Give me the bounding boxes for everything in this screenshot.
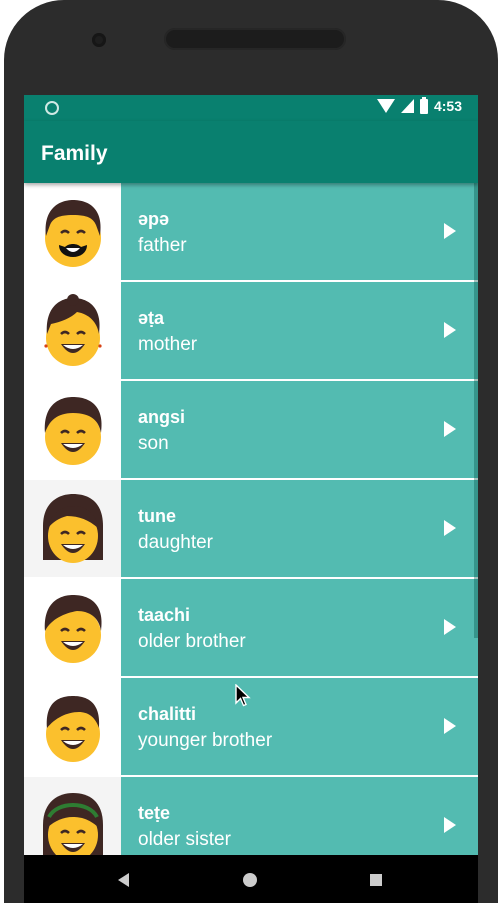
son-face-icon xyxy=(44,396,102,465)
item-translation: father xyxy=(138,235,187,256)
recents-square-icon[interactable] xyxy=(370,874,382,886)
list-item[interactable]: əpə father xyxy=(24,183,478,282)
item-content: angsi son xyxy=(121,381,478,478)
word-list[interactable]: əpə father əṭa mother angsi son tune dau… xyxy=(24,183,478,855)
item-word: əṭa xyxy=(138,308,165,328)
list-item[interactable]: tune daughter xyxy=(24,480,478,579)
mouse-pointer-icon xyxy=(235,684,251,707)
earpiece-speaker xyxy=(164,28,346,50)
status-bar: 4:53 xyxy=(24,95,478,121)
play-icon[interactable] xyxy=(444,223,456,239)
thumbnail xyxy=(24,579,121,676)
battery-icon xyxy=(419,96,428,114)
notification-icon xyxy=(45,101,59,115)
home-circle-icon[interactable] xyxy=(243,873,257,887)
play-icon[interactable] xyxy=(444,619,456,635)
item-content: əpə father xyxy=(121,183,478,280)
item-content: taachi older brother xyxy=(121,579,478,676)
status-time: 4:53 xyxy=(433,98,462,114)
item-translation: older sister xyxy=(138,829,231,850)
scrollbar[interactable] xyxy=(474,183,478,638)
wifi-icon xyxy=(376,99,395,113)
item-word: əpə xyxy=(138,209,170,229)
item-translation: younger brother xyxy=(138,730,273,751)
item-word: angsi xyxy=(138,407,186,427)
app-bar: Family xyxy=(24,121,478,183)
play-icon[interactable] xyxy=(444,421,456,437)
thumbnail xyxy=(24,183,121,280)
item-translation: mother xyxy=(138,334,198,355)
item-content: tune daughter xyxy=(121,480,478,577)
daughter-face-icon xyxy=(42,493,103,563)
younger-brother-face-icon xyxy=(45,695,100,762)
item-translation: son xyxy=(138,433,169,454)
thumbnail xyxy=(24,480,121,577)
status-icons: 4:53 xyxy=(376,96,462,114)
item-word: teṭe xyxy=(138,803,171,823)
list-item[interactable]: əṭa mother xyxy=(24,282,478,381)
item-content: əṭa mother xyxy=(121,282,478,379)
play-icon[interactable] xyxy=(444,322,456,338)
thumbnail xyxy=(24,282,121,379)
list-item[interactable]: taachi older brother xyxy=(24,579,478,678)
front-camera xyxy=(92,33,106,47)
item-content: teṭe older sister xyxy=(121,777,478,855)
list-item[interactable]: teṭe older sister xyxy=(24,777,478,855)
list-item[interactable]: angsi son xyxy=(24,381,478,480)
thumbnail xyxy=(24,381,121,478)
thumbnail xyxy=(24,678,121,775)
item-translation: older brother xyxy=(138,631,246,652)
signal-icon xyxy=(400,99,414,113)
item-word: chalitti xyxy=(138,704,197,724)
item-translation: daughter xyxy=(138,532,214,553)
navigation-bar xyxy=(24,855,478,903)
father-face-icon xyxy=(44,199,101,267)
thumbnail xyxy=(24,777,121,855)
mother-face-icon xyxy=(43,293,102,366)
back-triangle-icon[interactable] xyxy=(118,873,129,887)
item-word: taachi xyxy=(138,605,191,625)
device-frame: 4:53 Family əpə father əṭa mother angsi … xyxy=(0,0,498,903)
play-icon[interactable] xyxy=(444,520,456,536)
page-title: Family xyxy=(41,142,108,165)
item-content: chalitti younger brother xyxy=(121,678,478,775)
app-screen: 4:53 Family əpə father əṭa mother angsi … xyxy=(24,95,478,855)
play-icon[interactable] xyxy=(444,718,456,734)
item-word: tune xyxy=(138,506,176,526)
play-icon[interactable] xyxy=(444,817,456,833)
older-brother-face-icon xyxy=(44,594,102,663)
older-sister-face-icon xyxy=(42,792,103,855)
